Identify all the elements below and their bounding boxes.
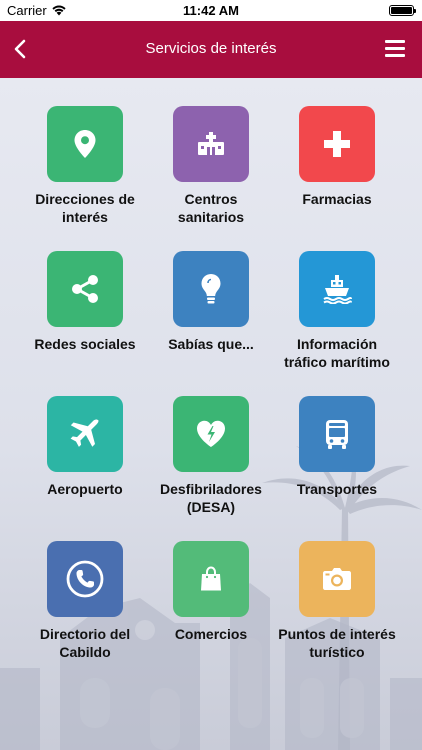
service-tile-shopping-bag[interactable]: Comercios (148, 513, 274, 653)
phone-icon (65, 559, 105, 599)
service-tile-share[interactable]: Redes sociales (22, 223, 148, 363)
navigation-bar: Servicios de interés (0, 21, 422, 78)
service-icon-box[interactable] (173, 251, 249, 327)
service-tile-location-pin[interactable]: Direcciones de interés (22, 78, 148, 225)
service-label: Direcciones de interés (35, 191, 135, 225)
clock: 11:42 AM (183, 3, 239, 18)
service-label: Sabías que... (168, 336, 254, 352)
service-tile-hospital[interactable]: Centros sanitarios (148, 78, 274, 225)
service-tile-airplane[interactable]: Aeropuerto (22, 368, 148, 508)
camera-icon (322, 567, 352, 591)
service-label: Transportes (296, 481, 378, 497)
service-tile-camera[interactable]: Puntos de interés turístico (274, 513, 400, 660)
ship-icon (322, 274, 352, 304)
page-title: Servicios de interés (145, 40, 277, 57)
service-icon-box[interactable] (299, 251, 375, 327)
airplane-icon (69, 418, 101, 450)
share-icon (70, 274, 100, 304)
service-icon-box[interactable] (299, 541, 375, 617)
status-bar: Carrier 11:42 AM (0, 0, 422, 21)
service-icon-box[interactable] (173, 106, 249, 182)
battery-icon (389, 5, 416, 16)
service-tile-bus[interactable]: Transportes (274, 368, 400, 508)
service-icon-box[interactable] (173, 396, 249, 472)
shopping-bag-icon (199, 566, 223, 592)
service-tile-ship[interactable]: Información tráfico marítimo (274, 223, 400, 370)
service-label: Aeropuerto (47, 481, 123, 497)
location-pin-icon (73, 129, 97, 159)
service-icon-box[interactable] (47, 396, 123, 472)
service-icon-box[interactable] (47, 251, 123, 327)
hospital-icon (196, 131, 226, 157)
hamburger-menu-icon[interactable] (385, 40, 405, 57)
service-tile-phone[interactable]: Directorio del Cabildo (22, 513, 148, 660)
lightbulb-icon (200, 273, 222, 305)
service-icon-box[interactable] (299, 396, 375, 472)
battery-level (391, 7, 412, 14)
services-content: Direcciones de interés Centros sanitarios Fa… (0, 78, 422, 750)
medical-cross-icon (323, 130, 351, 158)
service-tile-heart-defibrillator[interactable]: Desfibriladores (DESA) (148, 368, 274, 515)
service-tile-lightbulb[interactable]: Sabías que... (148, 223, 274, 363)
service-label: Centros sanitarios (177, 191, 245, 225)
heart-defibrillator-icon (195, 419, 227, 449)
service-label: Comercios (174, 626, 248, 642)
service-icon-box[interactable] (299, 106, 375, 182)
bus-icon (324, 418, 350, 450)
service-label: Directorio del Cabildo (39, 626, 131, 660)
service-label: Redes sociales (34, 336, 136, 352)
service-label: Puntos de interés turístico (278, 626, 396, 660)
service-icon-box[interactable] (47, 106, 123, 182)
service-tile-medical-cross[interactable]: Farmacias (274, 78, 400, 218)
service-label: Farmacias (302, 191, 372, 207)
service-label: Desfibriladores (DESA) (160, 481, 262, 515)
service-icon-box[interactable] (47, 541, 123, 617)
service-icon-box[interactable] (173, 541, 249, 617)
service-label: Información tráfico marítimo (284, 336, 390, 370)
